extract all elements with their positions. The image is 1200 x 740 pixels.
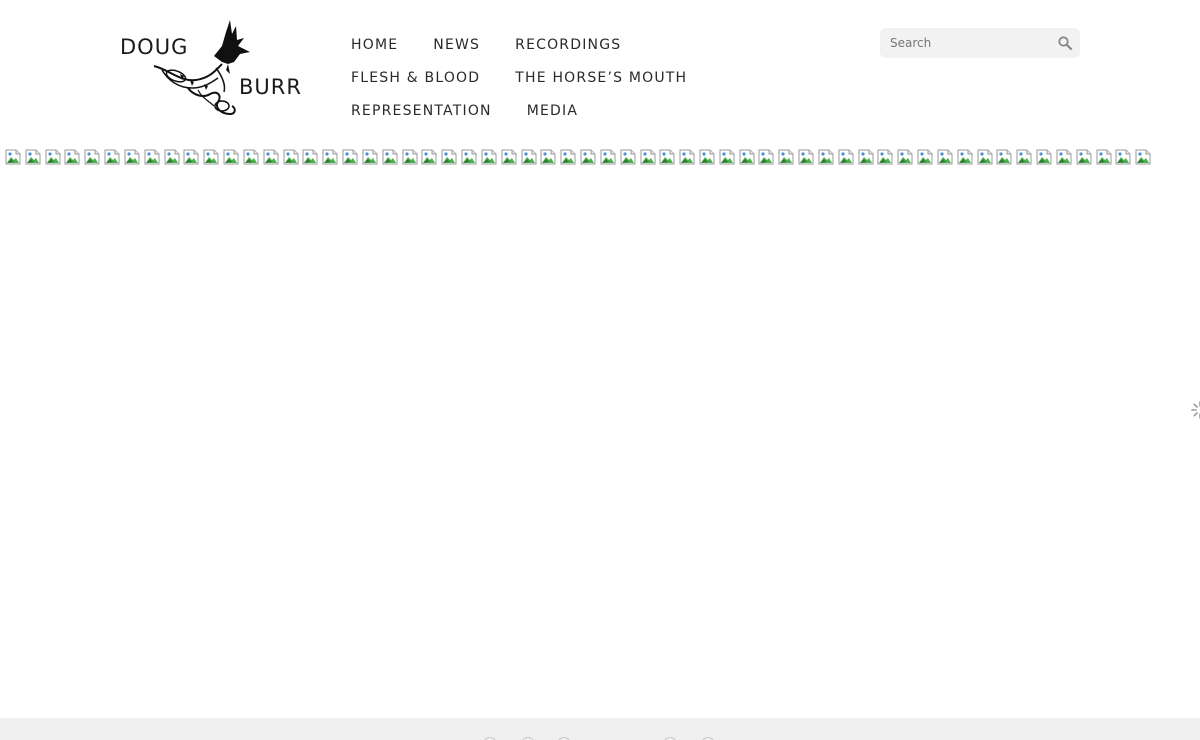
broken-image-icon[interactable] [302, 149, 318, 165]
site-logo[interactable]: DOUG BURR [118, 18, 301, 122]
broken-image-icon[interactable] [1135, 149, 1151, 165]
nav-item-flesh-and-blood[interactable]: FLESH & BLOOD [351, 70, 480, 86]
broken-image-icon[interactable] [402, 149, 418, 165]
broken-image-icon[interactable] [243, 149, 259, 165]
broken-image-icon[interactable] [917, 149, 933, 165]
image-gallery-strip [5, 149, 1155, 167]
nav-row: REPRESENTATION MEDIA [351, 94, 811, 127]
broken-image-icon[interactable] [996, 149, 1012, 165]
broken-image-icon[interactable] [5, 149, 21, 165]
search-box [880, 28, 1080, 58]
broken-image-icon[interactable] [84, 149, 100, 165]
broken-image-icon[interactable] [144, 149, 160, 165]
search-input[interactable] [880, 28, 1050, 58]
broken-image-icon[interactable] [501, 149, 517, 165]
broken-image-icon[interactable] [977, 149, 993, 165]
broken-image-icon[interactable] [858, 149, 874, 165]
broken-image-icon[interactable] [560, 149, 576, 165]
broken-image-icon[interactable] [45, 149, 61, 165]
nav-item-home[interactable]: HOME [351, 37, 398, 53]
page: DOUG BURR HOME NEWS RECORDINGS FLESH & B… [0, 0, 1200, 740]
broken-image-icon[interactable] [362, 149, 378, 165]
broken-image-icon[interactable] [640, 149, 656, 165]
broken-image-icon[interactable] [1016, 149, 1032, 165]
broken-image-icon[interactable] [580, 149, 596, 165]
broken-image-icon[interactable] [203, 149, 219, 165]
broken-image-icon[interactable] [739, 149, 755, 165]
broken-image-icon[interactable] [461, 149, 477, 165]
nav-item-the-horses-mouth[interactable]: THE HORSE’S MOUTH [515, 70, 687, 86]
broken-image-icon[interactable] [25, 149, 41, 165]
broken-image-icon[interactable] [620, 149, 636, 165]
nav-item-recordings[interactable]: RECORDINGS [515, 37, 621, 53]
broken-image-icon[interactable] [838, 149, 854, 165]
broken-image-icon[interactable] [441, 149, 457, 165]
broken-image-icon[interactable] [1056, 149, 1072, 165]
search-icon[interactable] [1057, 35, 1073, 51]
broken-image-icon[interactable] [659, 149, 675, 165]
broken-image-icon[interactable] [600, 149, 616, 165]
broken-image-icon[interactable] [322, 149, 338, 165]
broken-image-icon[interactable] [1096, 149, 1112, 165]
broken-image-icon[interactable] [798, 149, 814, 165]
nav-item-news[interactable]: NEWS [433, 37, 480, 53]
nav-item-representation[interactable]: REPRESENTATION [351, 103, 492, 119]
broken-image-icon[interactable] [1076, 149, 1092, 165]
broken-image-icon[interactable] [937, 149, 953, 165]
logo-text-burr: BURR [239, 75, 302, 99]
broken-image-icon[interactable] [382, 149, 398, 165]
broken-image-icon[interactable] [421, 149, 437, 165]
broken-image-icon[interactable] [481, 149, 497, 165]
broken-image-icon[interactable] [342, 149, 358, 165]
broken-image-icon[interactable] [679, 149, 695, 165]
broken-image-icon[interactable] [719, 149, 735, 165]
broken-image-icon[interactable] [223, 149, 239, 165]
broken-image-icon[interactable] [263, 149, 279, 165]
nav-row: HOME NEWS RECORDINGS [351, 28, 811, 61]
broken-image-icon[interactable] [104, 149, 120, 165]
broken-image-icon[interactable] [540, 149, 556, 165]
broken-image-icon[interactable] [1115, 149, 1131, 165]
broken-image-icon[interactable] [1036, 149, 1052, 165]
broken-image-icon[interactable] [957, 149, 973, 165]
broken-image-icon[interactable] [699, 149, 715, 165]
broken-image-icon[interactable] [897, 149, 913, 165]
broken-image-icon[interactable] [64, 149, 80, 165]
main-nav: HOME NEWS RECORDINGS FLESH & BLOOD THE H… [351, 28, 811, 127]
nav-item-media[interactable]: MEDIA [527, 103, 578, 119]
broken-image-icon[interactable] [877, 149, 893, 165]
broken-image-icon[interactable] [758, 149, 774, 165]
footer [0, 718, 1200, 740]
broken-image-icon[interactable] [183, 149, 199, 165]
broken-image-icon[interactable] [283, 149, 299, 165]
logo-text-doug: DOUG [120, 35, 189, 59]
broken-image-icon[interactable] [124, 149, 140, 165]
broken-image-icon[interactable] [818, 149, 834, 165]
broken-image-icon[interactable] [164, 149, 180, 165]
nav-row: FLESH & BLOOD THE HORSE’S MOUTH [351, 61, 811, 94]
broken-image-icon[interactable] [521, 149, 537, 165]
broken-image-icon[interactable] [778, 149, 794, 165]
loading-spinner-icon [1191, 401, 1200, 419]
bird-and-violin-logo-icon [153, 20, 250, 116]
